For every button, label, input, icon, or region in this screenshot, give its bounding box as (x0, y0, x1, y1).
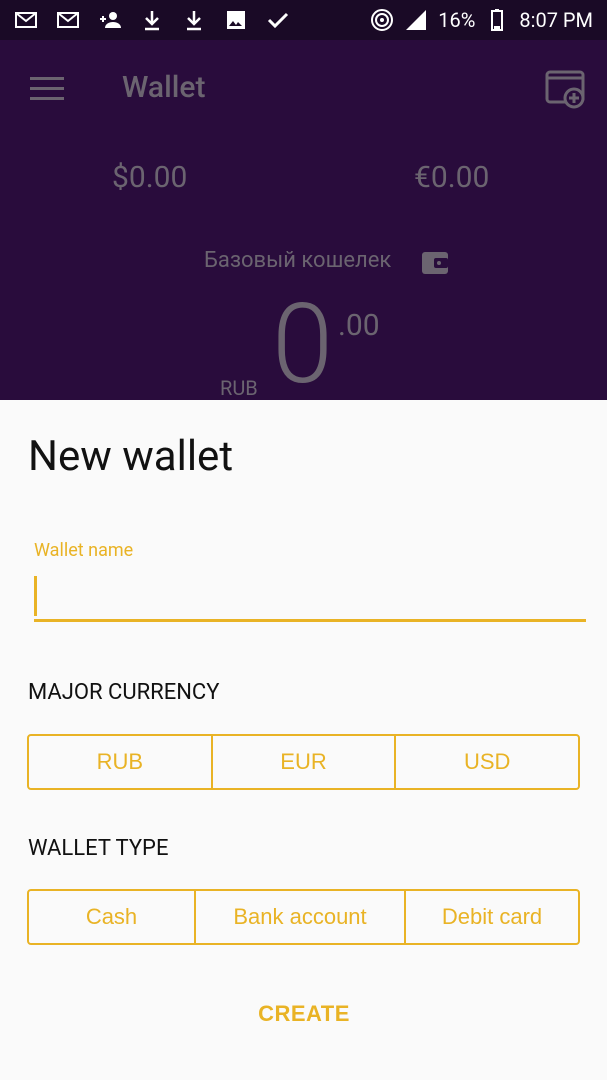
download-icon (140, 8, 164, 32)
add-wallet-icon[interactable] (544, 66, 588, 110)
page-title: Wallet (122, 70, 206, 105)
battery-percent: 16% (438, 8, 476, 32)
type-bank-account-button[interactable]: Bank account (196, 891, 406, 943)
menu-icon[interactable] (30, 76, 64, 102)
status-bar: 16% 8:07 PM (0, 0, 607, 40)
check-icon (266, 8, 290, 32)
amount-integer: 0 (272, 280, 334, 409)
type-cash-button[interactable]: Cash (29, 891, 196, 943)
gmail-icon (14, 8, 38, 32)
text-cursor (34, 576, 37, 616)
image-icon (224, 8, 248, 32)
battery-icon (485, 8, 509, 32)
major-currency-label: MAJOR CURRENCY (28, 680, 220, 705)
type-debit-card-button[interactable]: Debit card (406, 891, 578, 943)
wallet-type-label: WALLET TYPE (28, 836, 169, 861)
dialog-title: New wallet (28, 432, 234, 481)
hotspot-icon (370, 8, 394, 32)
clock: 8:07 PM (519, 8, 593, 32)
gmail-icon (56, 8, 80, 32)
balance-usd: $0.00 (112, 160, 188, 195)
currency-selector: RUB EUR USD (27, 734, 580, 790)
wallet-type-selector: Cash Bank account Debit card (27, 889, 580, 945)
download-icon (182, 8, 206, 32)
wallet-icon (420, 248, 450, 278)
add-person-icon (98, 8, 122, 32)
signal-icon (404, 8, 428, 32)
balance-eur: €0.00 (414, 160, 490, 195)
amount-currency: RUB (220, 376, 258, 400)
base-wallet-label: Базовый кошелек (204, 248, 392, 273)
create-button[interactable]: CREATE (240, 990, 368, 1038)
currency-rub-button[interactable]: RUB (29, 736, 213, 788)
currency-eur-button[interactable]: EUR (213, 736, 397, 788)
wallet-name-label: Wallet name (34, 540, 134, 561)
amount-decimal: .00 (338, 308, 380, 343)
wallet-name-input[interactable] (34, 572, 586, 622)
currency-usd-button[interactable]: USD (396, 736, 578, 788)
